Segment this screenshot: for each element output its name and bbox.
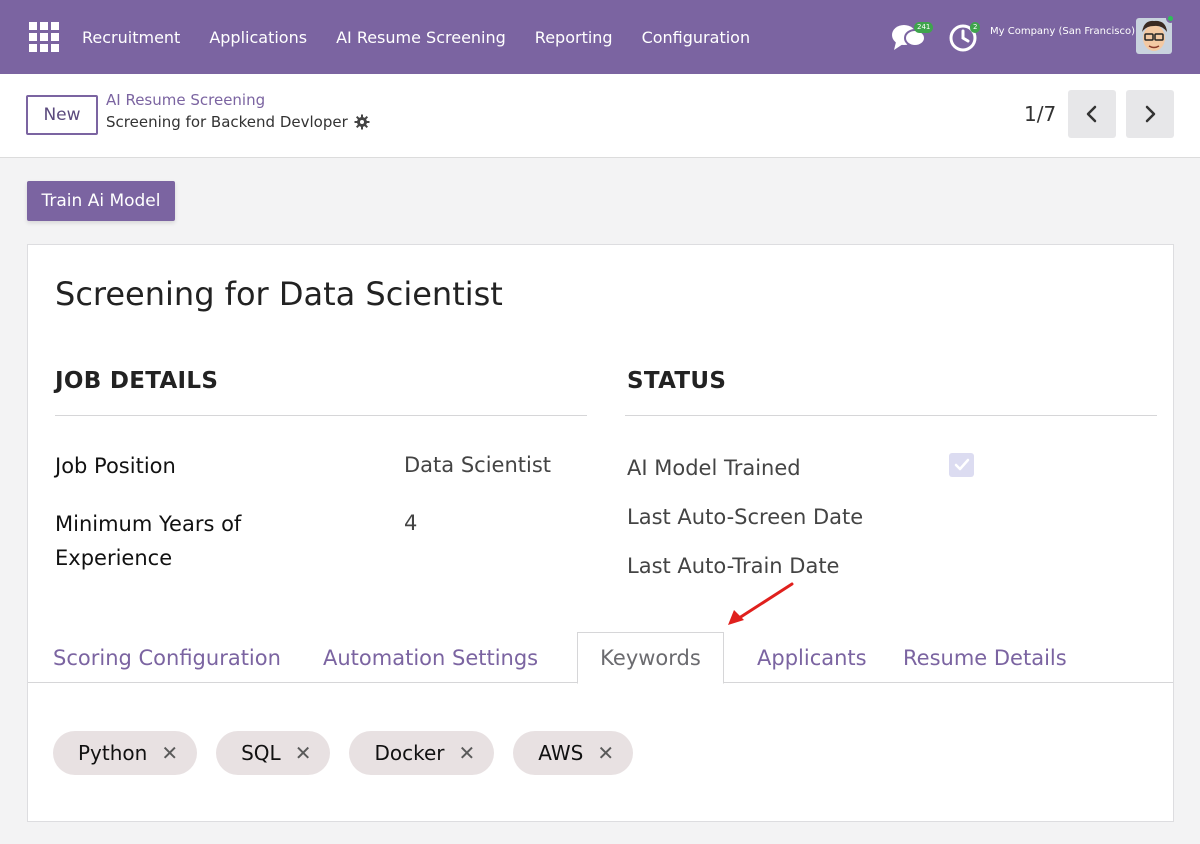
breadcrumb-current-label: Screening for Backend Devloper bbox=[106, 113, 348, 131]
last-auto-screen-label: Last Auto-Screen Date bbox=[627, 505, 864, 529]
keyword-tag-label: Python bbox=[78, 741, 148, 765]
tab-applicants[interactable]: Applicants bbox=[757, 646, 867, 670]
remove-tag-icon[interactable]: ✕ bbox=[295, 741, 312, 765]
pager-next-button[interactable] bbox=[1126, 90, 1174, 138]
job-details-heading: JOB DETAILS bbox=[55, 368, 219, 394]
last-auto-train-label: Last Auto-Train Date bbox=[627, 554, 840, 578]
new-button[interactable]: New bbox=[26, 95, 98, 135]
train-ai-model-button[interactable]: Train Ai Model bbox=[27, 181, 175, 221]
job-details-divider bbox=[55, 415, 587, 416]
keyword-tag-label: AWS bbox=[538, 741, 584, 765]
keyword-tags: Python ✕ SQL ✕ Docker ✕ AWS ✕ bbox=[53, 731, 652, 775]
activity-clock-icon[interactable]: 2 bbox=[948, 20, 982, 54]
menu-reporting[interactable]: Reporting bbox=[535, 28, 613, 47]
breadcrumb-current: Screening for Backend Devloper bbox=[106, 113, 370, 131]
online-status-dot bbox=[1166, 14, 1175, 23]
keyword-tag: Python ✕ bbox=[53, 731, 198, 775]
discuss-chat-icon[interactable]: 241 bbox=[890, 20, 934, 54]
checkmark-icon bbox=[954, 458, 969, 471]
remove-tag-icon[interactable]: ✕ bbox=[161, 741, 178, 765]
annotation-arrow-icon bbox=[728, 582, 794, 625]
remove-tag-icon[interactable]: ✕ bbox=[458, 741, 475, 765]
notebook-tabs: Scoring Configuration Automation Setting… bbox=[28, 632, 1173, 684]
keyword-tag: Docker ✕ bbox=[349, 731, 495, 775]
min-years-value[interactable]: 4 bbox=[404, 511, 417, 535]
status-heading: STATUS bbox=[627, 368, 727, 394]
tab-automation-settings[interactable]: Automation Settings bbox=[323, 646, 538, 670]
ai-model-trained-checkbox[interactable] bbox=[949, 453, 974, 477]
apps-grid-icon[interactable] bbox=[29, 22, 59, 52]
tab-keywords[interactable]: Keywords bbox=[577, 632, 724, 684]
keyword-tag: SQL ✕ bbox=[216, 731, 331, 775]
keyword-tag: AWS ✕ bbox=[513, 731, 634, 775]
chevron-left-icon bbox=[1086, 105, 1097, 123]
tab-resume-details[interactable]: Resume Details bbox=[903, 646, 1067, 670]
gear-icon[interactable] bbox=[354, 114, 370, 130]
menu-ai-resume-screening[interactable]: AI Resume Screening bbox=[336, 28, 506, 47]
top-navbar: Recruitment Applications AI Resume Scree… bbox=[0, 0, 1200, 74]
breadcrumb-parent-link[interactable]: AI Resume Screening bbox=[106, 91, 265, 109]
company-switcher[interactable]: My Company (San Francisco) bbox=[990, 26, 1135, 37]
user-avatar[interactable] bbox=[1136, 18, 1172, 54]
job-position-label: Job Position bbox=[55, 454, 176, 478]
pager-value[interactable]: 1/7 bbox=[1024, 102, 1056, 126]
keyword-tag-label: SQL bbox=[241, 741, 281, 765]
menu-applications[interactable]: Applications bbox=[209, 28, 307, 47]
menu-configuration[interactable]: Configuration bbox=[642, 28, 751, 47]
form-sheet: Screening for Data Scientist JOB DETAILS… bbox=[27, 244, 1174, 822]
pager-previous-button[interactable] bbox=[1068, 90, 1116, 138]
record-title[interactable]: Screening for Data Scientist bbox=[55, 275, 503, 313]
remove-tag-icon[interactable]: ✕ bbox=[597, 741, 614, 765]
keyword-tag-label: Docker bbox=[374, 741, 445, 765]
chat-count-badge: 241 bbox=[914, 22, 934, 33]
job-position-value[interactable]: Data Scientist bbox=[404, 453, 551, 477]
status-divider bbox=[625, 415, 1157, 416]
ai-model-trained-label: AI Model Trained bbox=[627, 456, 801, 480]
min-years-label: Minimum Years of Experience bbox=[55, 512, 242, 570]
main-menu: Recruitment Applications AI Resume Scree… bbox=[82, 0, 779, 74]
tab-scoring-configuration[interactable]: Scoring Configuration bbox=[53, 646, 281, 670]
menu-recruitment[interactable]: Recruitment bbox=[82, 28, 180, 47]
chevron-right-icon bbox=[1145, 105, 1156, 123]
control-panel: New AI Resume Screening Screening for Ba… bbox=[0, 74, 1200, 158]
